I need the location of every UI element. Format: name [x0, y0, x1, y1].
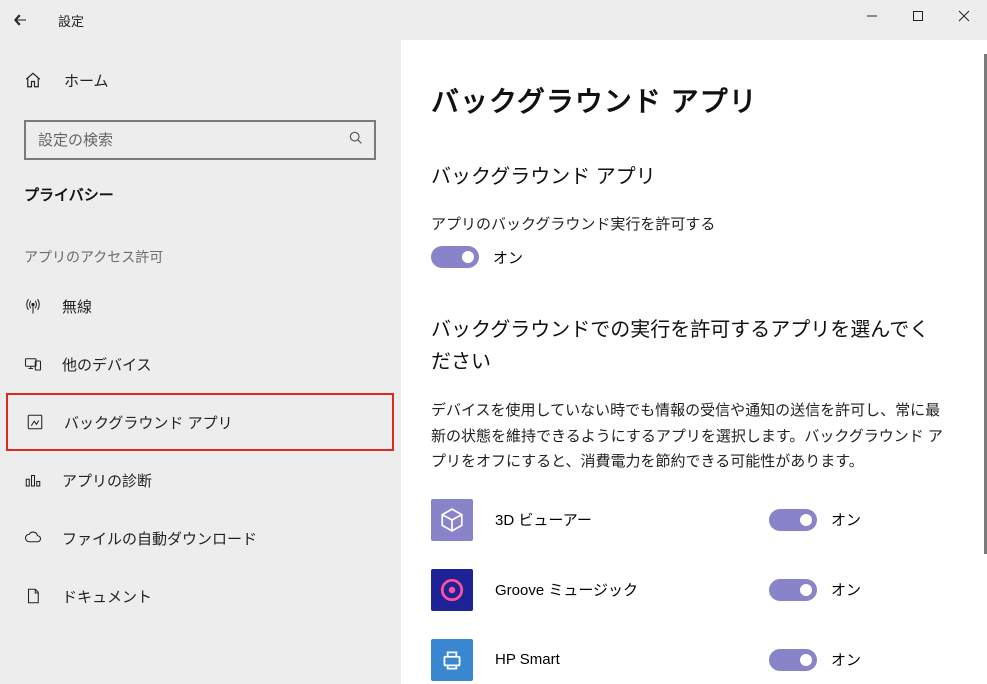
section-label: アプリのアクセス許可	[0, 223, 400, 277]
back-button[interactable]	[0, 0, 40, 40]
minimize-button[interactable]	[849, 0, 895, 32]
window-controls	[849, 0, 987, 32]
close-button[interactable]	[941, 0, 987, 32]
sidebar-item-wireless[interactable]: 無線	[0, 277, 400, 335]
app-name-label: HP Smart	[495, 651, 769, 668]
sidebar-item-label: ドキュメント	[62, 586, 152, 607]
document-icon	[24, 587, 42, 605]
app-toggle-3d-viewer[interactable]	[769, 509, 817, 531]
sidebar: ホーム プライバシー アプリのアクセス許可 無線 他のデバイス バックグラウンド…	[0, 40, 401, 684]
search-input[interactable]	[38, 132, 348, 149]
app-name-label: 3D ビューアー	[495, 509, 769, 530]
sidebar-item-app-diagnostics[interactable]: アプリの診断	[0, 451, 400, 509]
home-label: ホーム	[64, 70, 109, 91]
background-apps-icon	[26, 413, 44, 431]
search-icon	[348, 130, 364, 151]
master-toggle[interactable]	[431, 246, 479, 268]
category-title: プライバシー	[0, 180, 400, 223]
description-text: デバイスを使用していない時でも情報の受信や通知の送信を許可し、常に最新の状態を維…	[431, 398, 949, 475]
record-icon	[439, 577, 465, 603]
sidebar-item-background-apps[interactable]: バックグラウンド アプリ	[6, 393, 394, 451]
app-toggle-state: オン	[831, 509, 861, 530]
app-row-groove-music: Groove ミュージック オン	[431, 565, 949, 615]
content-area: バックグラウンド アプリ バックグラウンド アプリ アプリのバックグラウンド実行…	[401, 40, 987, 684]
sidebar-item-label: 無線	[62, 296, 92, 317]
choose-apps-heading: バックグラウンドでの実行を許可するアプリを選んでください	[431, 314, 949, 378]
sidebar-item-documents[interactable]: ドキュメント	[0, 567, 400, 625]
app-row-3d-viewer: 3D ビューアー オン	[431, 495, 949, 545]
section-heading: バックグラウンド アプリ	[431, 160, 949, 189]
minimize-icon	[866, 10, 878, 22]
maximize-button[interactable]	[895, 0, 941, 32]
printer-icon	[439, 647, 465, 673]
search-box[interactable]	[24, 120, 376, 160]
sidebar-item-label: 他のデバイス	[62, 354, 152, 375]
app-name-label: Groove ミュージック	[495, 579, 769, 600]
sidebar-item-label: ファイルの自動ダウンロード	[62, 528, 257, 549]
sidebar-item-label: バックグラウンド アプリ	[64, 412, 233, 433]
master-toggle-state: オン	[493, 247, 523, 268]
close-icon	[958, 10, 970, 22]
app-row-hp-smart: HP Smart オン	[431, 635, 949, 684]
app-icon-hp-smart	[431, 639, 473, 681]
app-icon-3d-viewer	[431, 499, 473, 541]
window-title: 設定	[58, 11, 84, 30]
home-link[interactable]: ホーム	[0, 60, 400, 100]
sidebar-item-other-devices[interactable]: 他のデバイス	[0, 335, 400, 393]
app-icon-groove-music	[431, 569, 473, 611]
home-icon	[24, 71, 42, 89]
app-toggle-hp-smart[interactable]	[769, 649, 817, 671]
arrow-left-icon	[9, 11, 31, 29]
app-toggle-state: オン	[831, 649, 861, 670]
cube-icon	[439, 507, 465, 533]
diagnostics-icon	[24, 471, 42, 489]
sidebar-item-auto-download[interactable]: ファイルの自動ダウンロード	[0, 509, 400, 567]
maximize-icon	[912, 10, 924, 22]
page-title: バックグラウンド アプリ	[431, 80, 949, 120]
devices-icon	[24, 355, 42, 373]
antenna-icon	[24, 297, 42, 315]
cloud-download-icon	[24, 529, 42, 547]
sidebar-item-label: アプリの診断	[62, 470, 152, 491]
app-toggle-state: オン	[831, 579, 861, 600]
title-bar: 設定	[0, 0, 987, 40]
app-toggle-groove-music[interactable]	[769, 579, 817, 601]
master-toggle-label: アプリのバックグラウンド実行を許可する	[431, 213, 949, 234]
